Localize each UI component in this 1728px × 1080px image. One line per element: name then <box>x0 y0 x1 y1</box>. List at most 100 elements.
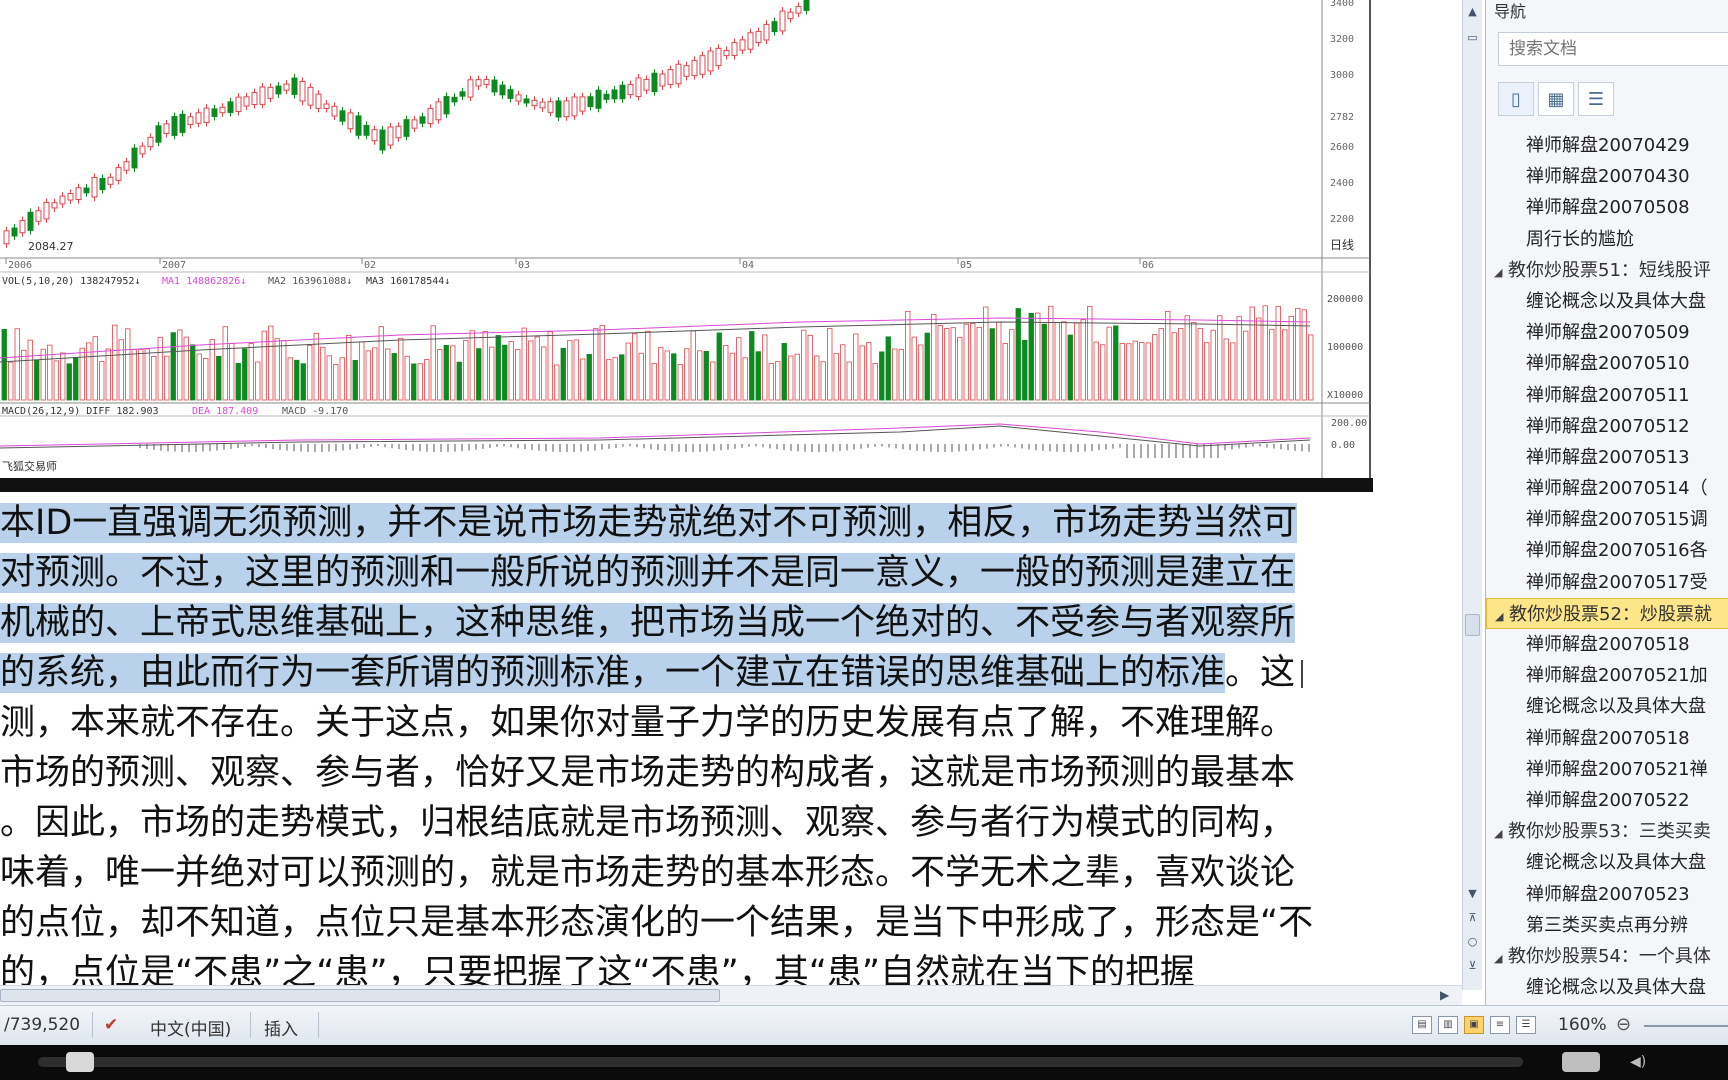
nav-subheading-item[interactable]: 禅师解盘20070516各 <box>1486 535 1728 566</box>
volume-bar <box>125 328 131 401</box>
nav-search-input[interactable] <box>1498 32 1728 66</box>
nav-subheading-item[interactable]: 禅师解盘20070517受 <box>1486 567 1728 598</box>
nav-subheading-item[interactable]: 禅师解盘20070429 <box>1486 130 1728 161</box>
split-icon[interactable]: ▭ <box>1465 30 1480 46</box>
draft-view-icon[interactable]: ☰ <box>1516 1016 1536 1034</box>
volume-handle[interactable] <box>1562 1052 1600 1072</box>
results-view-tab[interactable]: ☰ <box>1578 82 1614 116</box>
selected-text[interactable]: 机械的、上帝式思维基础上，这种思维，把市场当成一个绝对的、不受参与者观察所 <box>0 603 1296 643</box>
nav-subheading-item[interactable]: 禅师解盘20070515调 <box>1486 504 1728 535</box>
zoom-level[interactable]: 160% <box>1558 1015 1607 1035</box>
selected-text[interactable]: 的系统，由此而行为一套所谓的预测标准，一个建立在错误的思维基础上的标准 <box>0 653 1226 693</box>
select-browse-object-icon[interactable]: ○ <box>1465 934 1480 950</box>
nav-subheading-item[interactable]: 周行长的尴尬 <box>1486 224 1728 255</box>
nav-subheading-item[interactable]: 禅师解盘20070510 <box>1486 348 1728 379</box>
text-line[interactable]: 味着，唯一并绝对可以预测的，就是市场走势的基本形态。不学无术之辈，喜欢谈论 <box>0 848 1450 898</box>
text-line[interactable]: 的点位，却不知道，点位只是基本形态演化的一个结果，是当下中形成了，形态是“不 <box>0 898 1450 948</box>
headings-view-tab[interactable]: ▯ <box>1498 82 1534 116</box>
nav-subheading-item[interactable]: 缠论概念以及具体大盘 <box>1486 691 1728 722</box>
vertical-scrollbar[interactable]: ▲ ▭ ▼ ⊼ ○ ⊻ <box>1462 0 1482 990</box>
nav-subheading-item[interactable]: 禅师解盘20070521加 <box>1486 660 1728 691</box>
nav-heading-item[interactable]: ◢ 教你炒股票51：短线股评 <box>1486 255 1728 286</box>
volume-icon[interactable]: ◀) <box>1630 1054 1646 1070</box>
nav-subheading-item[interactable]: 禅师解盘20070511 <box>1486 380 1728 411</box>
scroll-up-arrow-icon[interactable]: ▲ <box>1465 4 1480 20</box>
paragraph[interactable]: 本ID一直强调无须预测，并不是说市场走势就绝对不可预测，相反，市场走势当然可 对预… <box>0 498 1450 990</box>
volume-bar <box>820 361 826 401</box>
body-text[interactable]: 市场的预测、观察、参与者，恰好又是市场走势的构成者，这就是市场预测的最基本 <box>0 753 1295 793</box>
collapse-triangle-icon[interactable]: ◢ <box>1494 943 1508 972</box>
document-area[interactable]: 3400 3200 3000 2782 2600 2400 2200 2006 2007 02 0… <box>0 0 1470 990</box>
nav-subheading-item[interactable]: 禅师解盘20070522 <box>1486 785 1728 816</box>
nav-heading-item[interactable]: ◢ 教你炒股票53：三类买卖 <box>1486 816 1728 847</box>
nav-subheading-item[interactable]: 禅师解盘20070523 <box>1486 879 1728 910</box>
collapse-triangle-icon[interactable]: ◢ <box>1494 257 1508 286</box>
proofing-icon[interactable]: ✔ <box>104 1015 118 1035</box>
nav-heading-item[interactable]: ◢ 教你炒股票54：一个具体 <box>1486 941 1728 972</box>
volume-bar <box>944 328 950 401</box>
video-progress-handle[interactable] <box>66 1052 94 1072</box>
price-tick-label: 2400 <box>1330 178 1354 189</box>
volume-bar <box>385 348 391 401</box>
text-line[interactable]: 的，点位是“不患”之“患”，只要把握了这“不患”，其“患”自然就在当下的把握 <box>0 948 1450 990</box>
nav-subheading-item[interactable]: 禅师解盘20070430 <box>1486 161 1728 192</box>
nav-subheading-item[interactable]: 缠论概念以及具体大盘 <box>1486 286 1728 317</box>
next-page-icon[interactable]: ⊻ <box>1465 958 1480 974</box>
volume-bar <box>749 331 755 401</box>
nav-subheading-item[interactable]: 禅师解盘20070512 <box>1486 411 1728 442</box>
language-indicator[interactable]: 中文(中国) <box>150 1015 231 1040</box>
pages-view-tab[interactable]: ▦ <box>1538 82 1574 116</box>
nav-subheading-item[interactable]: 禅师解盘20070518 <box>1486 629 1728 660</box>
insert-mode[interactable]: 插入 <box>264 1015 298 1040</box>
nav-subheading-item[interactable]: 禅师解盘20070508 <box>1486 192 1728 223</box>
volume-bar <box>1022 339 1028 401</box>
volume-bar <box>1119 343 1125 401</box>
hscroll-thumb[interactable] <box>0 989 720 1002</box>
scroll-right-arrow-icon[interactable]: ▶ <box>1440 988 1449 1002</box>
video-progress-track[interactable] <box>38 1057 1523 1067</box>
nav-subheading-item[interactable]: 禅师解盘20070518 <box>1486 723 1728 754</box>
collapse-triangle-icon[interactable]: ◢ <box>1494 818 1508 847</box>
text-line[interactable]: 市场的预测、观察、参与者，恰好又是市场走势的构成者，这就是市场预测的最基本 <box>0 748 1450 798</box>
web-layout-icon[interactable]: ▣ <box>1464 1016 1484 1034</box>
text-line[interactable]: 测，本来就不存在。关于这点，如果你对量子力学的历史发展有点了解，不难理解。 <box>0 698 1450 748</box>
candle-body <box>387 126 394 146</box>
volume-bar <box>99 361 105 401</box>
nav-subheading-item[interactable]: 禅师解盘20070509 <box>1486 317 1728 348</box>
full-screen-reading-icon[interactable]: ▥ <box>1438 1016 1458 1034</box>
print-layout-icon[interactable]: ▤ <box>1412 1016 1432 1034</box>
scroll-down-arrow-icon[interactable]: ▼ <box>1465 886 1480 902</box>
nav-heading-item[interactable]: ◢ 教你炒股票52：炒股票就 <box>1486 597 1728 629</box>
nav-subheading-item[interactable]: 禅师解盘20070521禅 <box>1486 754 1728 785</box>
volume-bar <box>502 344 508 401</box>
body-text[interactable]: 的点位，却不知道，点位只是基本形态演化的一个结果，是当下中形成了，形态是“不 <box>0 903 1313 943</box>
nav-subheading-item[interactable]: 禅师解盘20070513 <box>1486 442 1728 473</box>
text-line[interactable]: 对预测。不过，这里的预测和一般所说的预测并不是同一意义，一般的预测是建立在 <box>0 548 1450 598</box>
volume-bar <box>1158 328 1164 401</box>
text-line[interactable]: 本ID一直强调无须预测，并不是说市场走势就绝对不可预测，相反，市场走势当然可 <box>0 498 1450 548</box>
text-line[interactable]: 的系统，由此而行为一套所谓的预测标准，一个建立在错误的思维基础上的标准。这 <box>0 648 1450 698</box>
body-text[interactable]: 。这 <box>1225 653 1295 693</box>
selected-text[interactable]: 对预测。不过，这里的预测和一般所说的预测并不是同一意义，一般的预测是建立在 <box>0 553 1296 593</box>
nav-subheading-item[interactable]: 缠论概念以及具体大盘 <box>1486 847 1728 878</box>
outline-view-icon[interactable]: ≡ <box>1490 1016 1510 1034</box>
scroll-thumb[interactable] <box>1465 614 1480 636</box>
nav-subheading-item[interactable]: 缠论概念以及具体大盘 <box>1486 972 1728 1003</box>
volume-bar <box>352 360 358 401</box>
collapse-triangle-icon[interactable]: ◢ <box>1495 601 1509 628</box>
body-text[interactable]: 测，本来就不存在。关于这点，如果你对量子力学的历史发展有点了解，不难理解。 <box>0 703 1295 743</box>
text-line[interactable]: 。因此，市场的走势模式，归根结底就是市场预测、观察、参与者行为模式的同构， <box>0 798 1450 848</box>
horizontal-scrollbar[interactable]: ▶ <box>0 985 1462 1005</box>
zoom-slider[interactable] <box>1644 1025 1728 1027</box>
selected-text[interactable]: 本ID一直强调无须预测，并不是说市场走势就绝对不可预测，相反，市场走势当然可 <box>0 503 1298 543</box>
body-text[interactable]: 。因此，市场的走势模式，归根结底就是市场预测、观察、参与者行为模式的同构， <box>0 803 1295 843</box>
prev-page-icon[interactable]: ⊼ <box>1465 910 1480 926</box>
word-count[interactable]: /739,520 <box>4 1015 80 1035</box>
zoom-out-icon[interactable]: ⊖ <box>1616 1014 1631 1035</box>
text-line[interactable]: 机械的、上帝式思维基础上，这种思维，把市场当成一个绝对的、不受参与者观察所 <box>0 598 1450 648</box>
nav-subheading-item[interactable]: 禅师解盘20070514（ <box>1486 473 1728 504</box>
volume-bar <box>528 340 534 401</box>
candle-body <box>747 32 754 50</box>
nav-subheading-item[interactable]: 第三类买卖点再分辨 <box>1486 910 1728 941</box>
body-text[interactable]: 味着，唯一并绝对可以预测的，就是市场走势的基本形态。不学无术之辈，喜欢谈论 <box>0 853 1295 893</box>
